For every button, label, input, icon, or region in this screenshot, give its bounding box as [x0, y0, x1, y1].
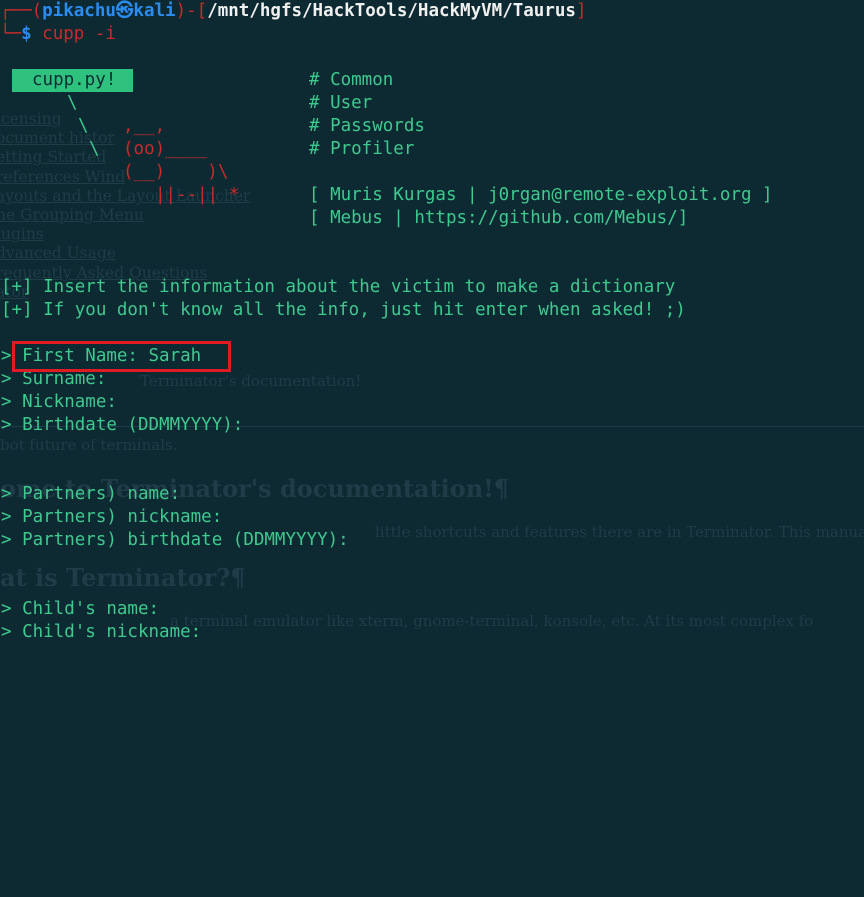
banner-cow-line: ||--|| *	[155, 185, 240, 205]
banner-cow-line: ,__,	[123, 116, 166, 136]
highlight-box	[12, 341, 231, 372]
input-prompt-partner-name: > Partners) name:	[1, 484, 181, 504]
banner-info: # Profiler	[309, 139, 415, 159]
banner-info: # Passwords	[309, 116, 425, 136]
prompt-dollar: $	[21, 24, 32, 44]
input-prompt-birthdate: > Birthdate (DDMMYYYY):	[1, 415, 244, 435]
command-text: cupp -i	[42, 24, 116, 44]
banner-art-line: \	[89, 139, 100, 159]
input-prompt-child-nickname: > Child's nickname:	[1, 622, 202, 642]
banner-cow-line: (__) )\	[123, 162, 229, 182]
prompt-user: pikachu	[42, 1, 116, 21]
banner-info: # Common	[309, 70, 394, 90]
input-prompt-partner-nickname: > Partners) nickname:	[1, 507, 223, 527]
prompt-path: /mnt/hgfs/HackTools/HackMyVM/Taurus	[207, 1, 576, 21]
banner-info: # User	[309, 93, 373, 113]
input-prompt-partner-birthdate: > Partners) birthdate (DDMMYYYY):	[1, 530, 349, 550]
prompt-header: ┌──(pikachu㉿kali)-[/mnt/hgfs/HackTools/H…	[0, 1, 587, 21]
cupp-banner-tag: cupp.py!	[12, 69, 133, 92]
prompt-host: kali	[133, 1, 176, 21]
banner-art-line: \	[67, 93, 78, 113]
prompt-command-line: └─$ cupp -i	[0, 24, 116, 44]
prompt-at-icon: ㉿	[115, 1, 134, 21]
banner-cow-line: (oo)____	[123, 139, 208, 159]
info-message: [+] Insert the information about the vic…	[1, 277, 676, 297]
banner-art-line: \	[78, 116, 89, 136]
terminal[interactable]: ┌──(pikachu㉿kali)-[/mnt/hgfs/HackTools/H…	[0, 0, 864, 642]
info-message: [+] If you don't know all the info, just…	[1, 300, 686, 320]
banner-info: [ Mebus | https://github.com/Mebus/]	[309, 208, 689, 228]
input-prompt-nickname: > Nickname:	[1, 392, 117, 412]
input-prompt-child-name: > Child's name:	[1, 599, 160, 619]
banner-info: [ Muris Kurgas | j0rgan@remote-exploit.o…	[309, 185, 773, 205]
